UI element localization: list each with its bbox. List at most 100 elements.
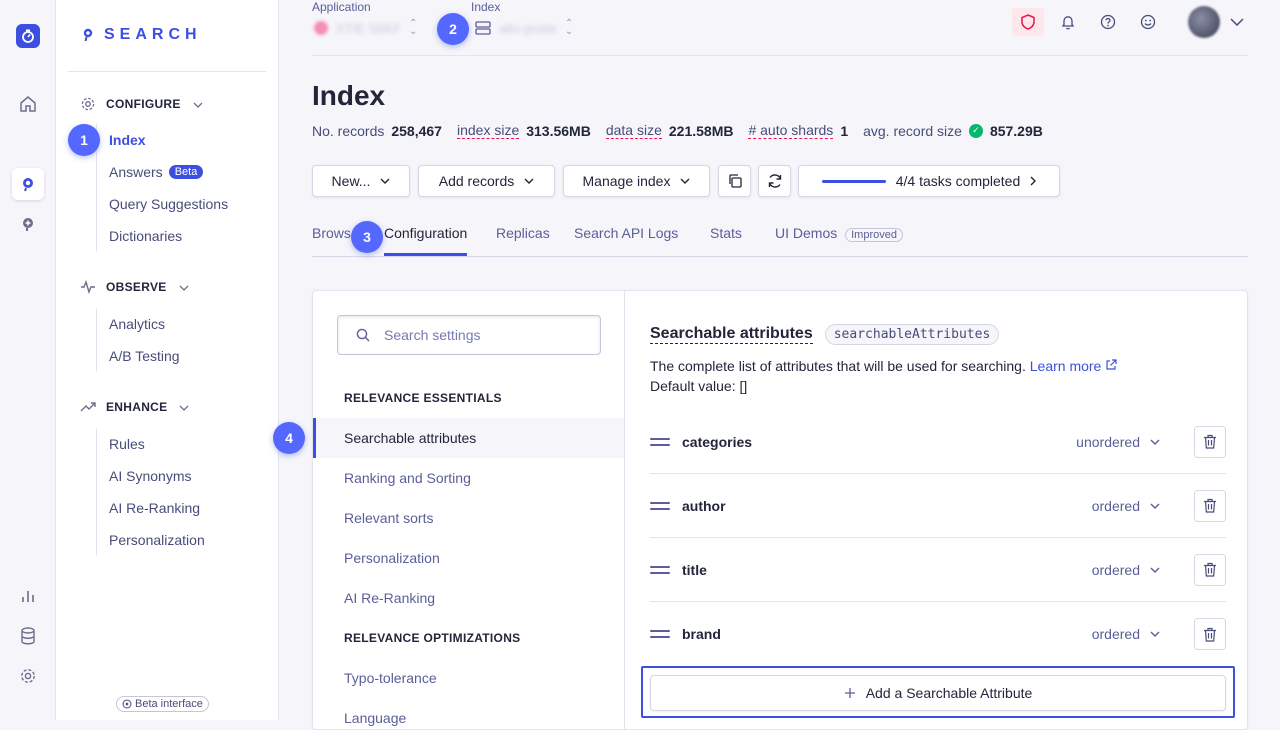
- external-link-icon: [1106, 359, 1117, 370]
- attribute-mode-select[interactable]: ordered: [1092, 562, 1160, 578]
- app-color-dot: [314, 21, 328, 35]
- trash-icon: [1204, 498, 1216, 513]
- learn-more-link[interactable]: Learn more: [1030, 358, 1117, 374]
- chevron-down-icon: [193, 97, 203, 111]
- pulse-icon: [80, 280, 96, 294]
- new-dropdown-button[interactable]: New...: [312, 165, 410, 197]
- brand-text: SEARCH: [104, 26, 202, 43]
- tab-ui-demos[interactable]: UI Demos Improved: [775, 225, 903, 242]
- info-circle-icon: [122, 699, 132, 709]
- beta-badge: Beta: [168, 165, 204, 179]
- chevron-down-icon: [524, 178, 534, 184]
- bell-icon[interactable]: [1052, 8, 1084, 36]
- detail-description: The complete list of attributes that wil…: [650, 356, 1117, 396]
- sidebar-item-ai-reranking[interactable]: AI Re-Ranking: [97, 492, 205, 524]
- chevron-down-icon: [380, 178, 390, 184]
- section-enhance[interactable]: ENHANCE: [80, 400, 189, 414]
- tab-stats[interactable]: Stats: [710, 225, 742, 241]
- account-chevron-down-icon[interactable]: [1221, 8, 1253, 36]
- feedback-smiley-icon[interactable]: [1132, 8, 1164, 36]
- step-badge-2: 2: [437, 13, 469, 45]
- sidebar: SEARCH CONFIGURE Index Answers Beta Quer…: [56, 0, 279, 720]
- setting-detail: Searchable attributes searchableAttribut…: [626, 291, 1247, 729]
- delete-attribute-button[interactable]: [1194, 553, 1226, 586]
- index-selector[interactable]: alto-prodx ⌃ ⌄: [475, 19, 573, 37]
- algolia-logo-icon[interactable]: [16, 24, 40, 48]
- security-alert-icon[interactable]: [1012, 8, 1044, 36]
- section-configure[interactable]: CONFIGURE: [80, 96, 203, 112]
- attribute-row: brand ordered: [650, 602, 1226, 666]
- setting-ranking-and-sorting[interactable]: Ranking and Sorting: [313, 458, 624, 498]
- drag-handle-icon[interactable]: [650, 630, 670, 638]
- home-icon[interactable]: [12, 88, 44, 120]
- sidebar-item-ab-testing[interactable]: A/B Testing: [97, 340, 180, 372]
- tab-configuration[interactable]: Configuration: [384, 225, 468, 256]
- shards-label[interactable]: # auto shards: [748, 122, 834, 139]
- manage-index-button[interactable]: Manage index: [563, 165, 710, 197]
- drag-handle-icon[interactable]: [650, 565, 670, 574]
- chevron-down-icon: [1150, 503, 1160, 509]
- database-icon[interactable]: [12, 620, 44, 652]
- recommend-icon[interactable]: [12, 208, 44, 240]
- trash-icon: [1204, 434, 1216, 449]
- attribute-mode-select[interactable]: ordered: [1092, 626, 1160, 642]
- setting-searchable-attributes[interactable]: Searchable attributes: [313, 418, 624, 458]
- data-size-label[interactable]: data size: [605, 122, 662, 139]
- attribute-row: title ordered: [650, 538, 1226, 602]
- sidebar-item-personalization[interactable]: Personalization: [97, 524, 205, 556]
- setting-key-code: searchableAttributes: [824, 324, 1000, 345]
- help-icon[interactable]: [1092, 8, 1124, 36]
- sidebar-item-dictionaries[interactable]: Dictionaries: [97, 220, 228, 252]
- sidebar-item-ai-synonyms[interactable]: AI Synonyms: [97, 460, 205, 492]
- attribute-mode-select[interactable]: unordered: [1076, 434, 1160, 450]
- index-label: Index: [471, 0, 501, 14]
- category-relevance-essentials: RELEVANCE ESSENTIALS: [344, 391, 502, 405]
- section-observe[interactable]: OBSERVE: [80, 280, 189, 294]
- refresh-button[interactable]: [758, 165, 791, 197]
- delete-attribute-button[interactable]: [1194, 489, 1226, 522]
- add-records-button[interactable]: Add records: [418, 165, 555, 197]
- drag-handle-icon[interactable]: [650, 501, 670, 510]
- setting-language[interactable]: Language: [313, 698, 624, 729]
- attribute-row: categories unordered: [650, 410, 1226, 474]
- analytics-chart-icon[interactable]: [12, 580, 44, 612]
- tab-search-api-logs[interactable]: Search API Logs: [574, 225, 678, 241]
- setting-personalization[interactable]: Personalization: [313, 538, 624, 578]
- copy-button[interactable]: [718, 165, 751, 197]
- improved-badge: Improved: [845, 228, 903, 242]
- sidebar-item-index[interactable]: Index: [97, 124, 228, 156]
- search-settings-input[interactable]: Search settings: [337, 315, 601, 355]
- user-avatar[interactable]: [1188, 6, 1220, 38]
- product-brand[interactable]: SEARCH: [82, 26, 202, 44]
- tab-replicas[interactable]: Replicas: [496, 225, 550, 241]
- delete-attribute-button[interactable]: [1194, 618, 1226, 650]
- attribute-mode-select[interactable]: ordered: [1092, 498, 1160, 514]
- sidebar-item-label: Answers: [109, 164, 163, 180]
- detail-header: Searchable attributes searchableAttribut…: [650, 324, 1000, 345]
- setting-typo-tolerance[interactable]: Typo-tolerance: [313, 658, 624, 698]
- index-stats: No. records 258,467 index size 313.56MB …: [312, 122, 1051, 139]
- enhance-items: Rules AI Synonyms AI Re-Ranking Personal…: [96, 428, 205, 556]
- tasks-status-button[interactable]: 4/4 tasks completed: [798, 165, 1060, 197]
- settings-gear-icon[interactable]: [12, 660, 44, 692]
- description-text: The complete list of attributes that wil…: [650, 358, 1026, 374]
- default-value: Default value: []: [650, 378, 748, 394]
- sidebar-item-analytics[interactable]: Analytics: [97, 308, 180, 340]
- plus-icon: [844, 688, 855, 698]
- sidebar-item-rules[interactable]: Rules: [97, 428, 205, 460]
- delete-attribute-button[interactable]: [1194, 425, 1226, 458]
- add-searchable-attribute-button[interactable]: Add a Searchable Attribute: [650, 675, 1226, 711]
- beta-interface-toggle[interactable]: Beta interface: [116, 696, 209, 712]
- sidebar-item-answers[interactable]: Answers Beta: [97, 156, 228, 188]
- beta-interface-label: Beta interface: [135, 698, 203, 710]
- index-size-label[interactable]: index size: [456, 122, 520, 139]
- search-product-icon[interactable]: [12, 168, 44, 200]
- application-label: Application: [312, 0, 371, 14]
- header-divider: [312, 55, 1248, 56]
- setting-relevant-sorts[interactable]: Relevant sorts: [313, 498, 624, 538]
- application-selector[interactable]: XTIE S6KF ⌃ ⌄: [314, 19, 417, 37]
- drag-handle-icon[interactable]: [650, 437, 670, 446]
- button-label: New...: [331, 173, 371, 189]
- setting-ai-reranking[interactable]: AI Re-Ranking: [313, 578, 624, 618]
- sidebar-item-query-suggestions[interactable]: Query Suggestions: [97, 188, 228, 220]
